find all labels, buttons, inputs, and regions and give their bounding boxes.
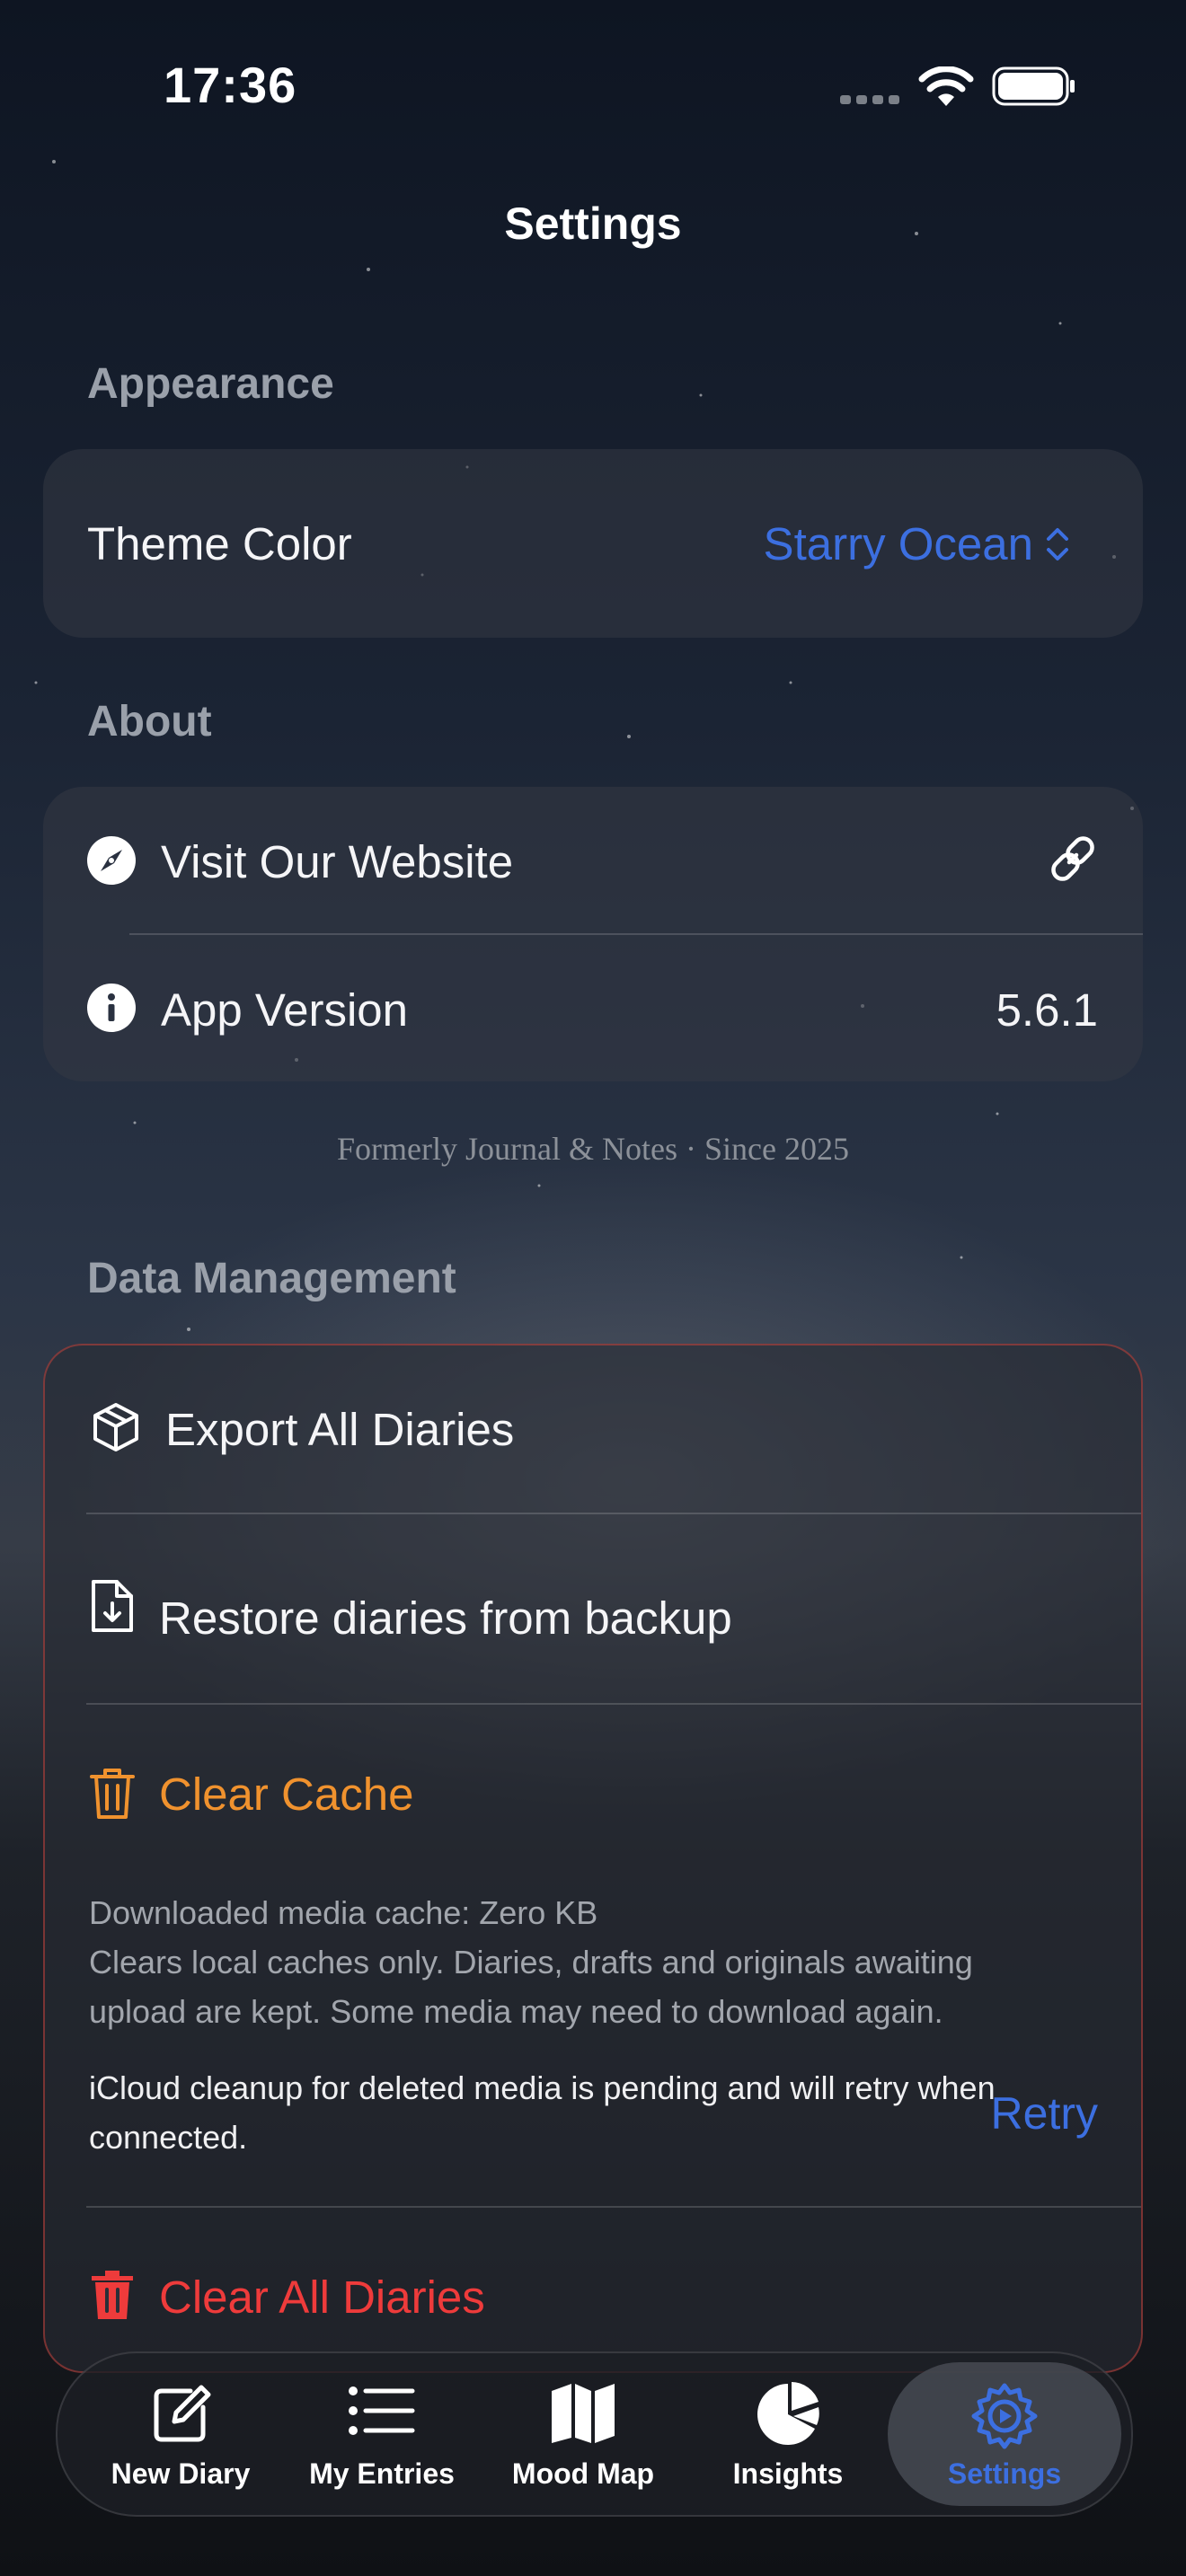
visit-website-label: Visit Our Website: [161, 836, 514, 887]
cache-size-text: Downloaded media cache: Zero KB: [89, 1894, 598, 1931]
pie-chart-icon: [757, 2382, 819, 2445]
compass-icon: [87, 836, 136, 885]
page-title: Settings: [504, 198, 682, 249]
restore-from-backup-label: Restore diaries from backup: [159, 1592, 732, 1644]
section-header-data-management: Data Management: [87, 1255, 456, 1302]
clear-cache-row[interactable]: Clear Cache: [45, 1705, 1141, 1866]
clear-all-diaries-row[interactable]: Clear All Diaries: [45, 2208, 1141, 2373]
tab-mood-map[interactable]: Mood Map: [489, 2353, 677, 2515]
cache-info-text: Clears local caches only. Diaries, draft…: [89, 1944, 973, 2030]
icloud-pending-notice: iCloud cleanup for deleted media is pend…: [89, 2069, 996, 2156]
info-icon: [87, 984, 136, 1032]
chevron-up-down-icon: [1047, 527, 1068, 560]
retry-button[interactable]: Retry: [991, 2087, 1098, 2139]
package-box-icon: [93, 1403, 138, 1451]
gear-icon: [971, 2383, 1038, 2449]
list-icon: [349, 2386, 415, 2435]
trash-icon: [90, 1769, 135, 1819]
export-all-diaries-row[interactable]: Export All Diaries: [45, 1345, 1141, 1513]
trash-filled-icon: [92, 2271, 133, 2319]
tab-bar: New Diary My Entries Mood Map Insights S…: [56, 2351, 1133, 2517]
about-footnote: Formerly Journal & Notes · Since 2025: [337, 1131, 849, 1167]
export-all-diaries-label: Export All Diaries: [165, 1404, 515, 1455]
app-version-label: App Version: [161, 984, 409, 1036]
document-download-icon: [92, 1580, 133, 1632]
section-header-about: About: [87, 698, 212, 745]
theme-color-label: Theme Color: [87, 518, 352, 569]
clear-cache-label: Clear Cache: [159, 1769, 414, 1820]
link-icon: [1051, 836, 1094, 881]
theme-color-value: Starry Ocean: [763, 518, 1033, 569]
wifi-icon: [918, 66, 974, 106]
tab-label: Settings: [947, 2457, 1062, 2490]
tab-label: Insights: [732, 2457, 844, 2490]
clear-all-diaries-label: Clear All Diaries: [159, 2272, 485, 2323]
section-header-appearance: Appearance: [87, 360, 334, 408]
restore-from-backup-row[interactable]: Restore diaries from backup: [45, 1514, 1141, 1703]
tab-my-entries[interactable]: My Entries: [288, 2353, 476, 2515]
tab-insights[interactable]: Insights: [694, 2353, 882, 2515]
app-version-row: App Version 5.6.1: [43, 935, 1143, 1081]
theme-color-picker[interactable]: Starry Ocean: [764, 517, 1071, 570]
battery-icon: [992, 66, 1075, 106]
tab-label: My Entries: [309, 2457, 455, 2490]
visit-website-row[interactable]: Visit Our Website: [43, 787, 1143, 933]
status-time: 17:36: [164, 57, 297, 113]
tab-label: Mood Map: [511, 2457, 655, 2490]
appearance-card: Theme Color Starry Ocean: [43, 449, 1143, 638]
tab-settings[interactable]: Settings: [888, 2362, 1121, 2506]
about-card: Visit Our Website App Version 5.6.1: [43, 787, 1143, 1081]
tab-new-diary[interactable]: New Diary: [86, 2353, 275, 2515]
app-version-value: 5.6.1: [996, 984, 1098, 1036]
cellular-signal-icon: [840, 95, 899, 104]
tab-label: New Diary: [111, 2457, 251, 2490]
map-icon: [552, 2384, 615, 2443]
data-management-card: Export All Diaries Restore diaries from …: [43, 1344, 1143, 2373]
compose-icon: [154, 2385, 211, 2442]
